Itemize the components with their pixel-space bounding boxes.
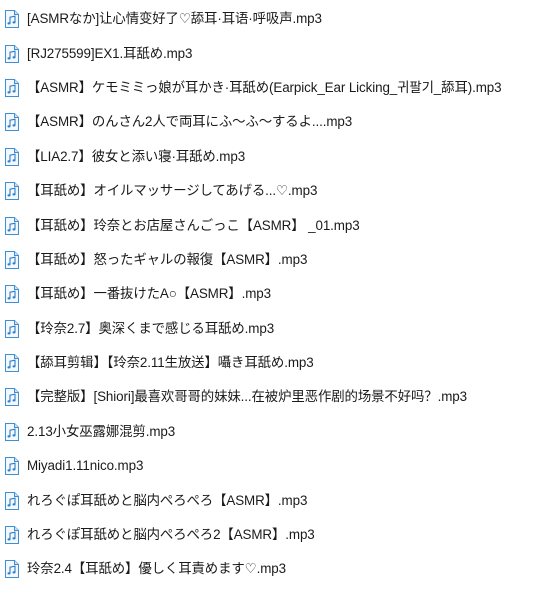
file-item[interactable]: Miyadi1.11nico.mp3 bbox=[0, 449, 546, 483]
file-name: 【玲奈2.7】奥深くまで感じる耳舐め.mp3 bbox=[27, 320, 275, 336]
file-item[interactable]: 【耳舐め】一番抜けたA○【ASMR】.mp3 bbox=[0, 277, 546, 311]
file-name: 【LIA2.7】彼女と添い寝·耳舐め.mp3 bbox=[27, 148, 246, 164]
audio-file-icon bbox=[4, 10, 20, 29]
file-list: [ASMRなか]让心情变好了♡舔耳·耳语·呼吸声.mp3 [RJ275599]E… bbox=[0, 0, 546, 600]
audio-file-icon bbox=[4, 422, 20, 441]
file-item[interactable]: 【耳舐め】オイルマッサージしてあげる...♡.mp3 bbox=[0, 174, 546, 208]
file-name: 2.13小女巫露娜混剪.mp3 bbox=[27, 423, 176, 439]
audio-file-icon bbox=[4, 147, 20, 166]
file-name: [RJ275599]EX1.耳舐め.mp3 bbox=[27, 45, 193, 61]
file-name: 【耳舐め】オイルマッサージしてあげる...♡.mp3 bbox=[27, 183, 318, 199]
file-item[interactable]: れろぐぽ耳舐めと脳内ぺろぺろ【ASMR】.mp3 bbox=[0, 483, 546, 517]
file-name: 【完整版】[Shiori]最喜欢哥哥的妹妹...在被炉里恶作剧的场景不好吗？.m… bbox=[27, 389, 467, 405]
file-item[interactable]: 【完整版】[Shiori]最喜欢哥哥的妹妹...在被炉里恶作剧的场景不好吗？.m… bbox=[0, 380, 546, 414]
file-item[interactable]: れろぐぽ耳舐めと脳内ぺろぺろ2【ASMR】.mp3 bbox=[0, 518, 546, 552]
file-item[interactable]: 【舔耳剪辑】【玲奈2.11生放送】囁き耳舐め.mp3 bbox=[0, 346, 546, 380]
file-item[interactable]: [ASMRなか]让心情变好了♡舔耳·耳语·呼吸声.mp3 bbox=[0, 2, 546, 36]
file-name: 【耳舐め】一番抜けたA○【ASMR】.mp3 bbox=[27, 286, 271, 302]
file-name: れろぐぽ耳舐めと脳内ぺろぺろ2【ASMR】.mp3 bbox=[27, 527, 315, 543]
audio-file-icon bbox=[4, 388, 20, 407]
audio-file-icon bbox=[4, 250, 20, 269]
file-item[interactable]: 【耳舐め】怒ったギャルの報復【ASMR】.mp3 bbox=[0, 243, 546, 277]
audio-file-icon bbox=[4, 491, 20, 510]
file-item[interactable]: [RJ275599]EX1.耳舐め.mp3 bbox=[0, 36, 546, 70]
file-name: 玲奈2.4【耳舐め】優しく耳責めます♡.mp3 bbox=[27, 561, 286, 577]
file-item[interactable]: 【耳舐め】玲奈とお店屋さんごっこ【ASMR】 _01.mp3 bbox=[0, 208, 546, 242]
file-item[interactable]: 2.13小女巫露娜混剪.mp3 bbox=[0, 415, 546, 449]
file-name: 【耳舐め】玲奈とお店屋さんごっこ【ASMR】 _01.mp3 bbox=[27, 217, 360, 233]
audio-file-icon bbox=[4, 216, 20, 235]
file-item[interactable]: 【ASMR】のんさん2人で両耳にふ～ふ～するよ....mp3 bbox=[0, 105, 546, 139]
audio-file-icon bbox=[4, 78, 20, 97]
audio-file-icon bbox=[4, 319, 20, 338]
file-name: 【ASMR】のんさん2人で両耳にふ～ふ～するよ....mp3 bbox=[27, 114, 353, 130]
file-item[interactable]: 【ASMR】ケモミミっ娘が耳かき·耳舐め(Earpick_Ear Licking… bbox=[0, 71, 546, 105]
file-item[interactable]: 【玲奈2.7】奥深くまで感じる耳舐め.mp3 bbox=[0, 312, 546, 346]
file-name: 【舔耳剪辑】【玲奈2.11生放送】囁き耳舐め.mp3 bbox=[27, 355, 314, 371]
audio-file-icon bbox=[4, 526, 20, 545]
file-item[interactable]: 【LIA2.7】彼女と添い寝·耳舐め.mp3 bbox=[0, 140, 546, 174]
file-name: 【耳舐め】怒ったギャルの報復【ASMR】.mp3 bbox=[27, 251, 308, 267]
audio-file-icon bbox=[4, 113, 20, 132]
file-name: れろぐぽ耳舐めと脳内ぺろぺろ【ASMR】.mp3 bbox=[27, 492, 308, 508]
audio-file-icon bbox=[4, 457, 20, 476]
audio-file-icon bbox=[4, 285, 20, 304]
audio-file-icon bbox=[4, 354, 20, 373]
file-item[interactable]: 玲奈2.4【耳舐め】優しく耳責めます♡.mp3 bbox=[0, 552, 546, 586]
audio-file-icon bbox=[4, 44, 20, 63]
file-name: Miyadi1.11nico.mp3 bbox=[27, 458, 144, 474]
file-name: [ASMRなか]让心情变好了♡舔耳·耳语·呼吸声.mp3 bbox=[27, 11, 322, 27]
audio-file-icon bbox=[4, 182, 20, 201]
file-name: 【ASMR】ケモミミっ娘が耳かき·耳舐め(Earpick_Ear Licking… bbox=[27, 79, 502, 95]
audio-file-icon bbox=[4, 560, 20, 579]
